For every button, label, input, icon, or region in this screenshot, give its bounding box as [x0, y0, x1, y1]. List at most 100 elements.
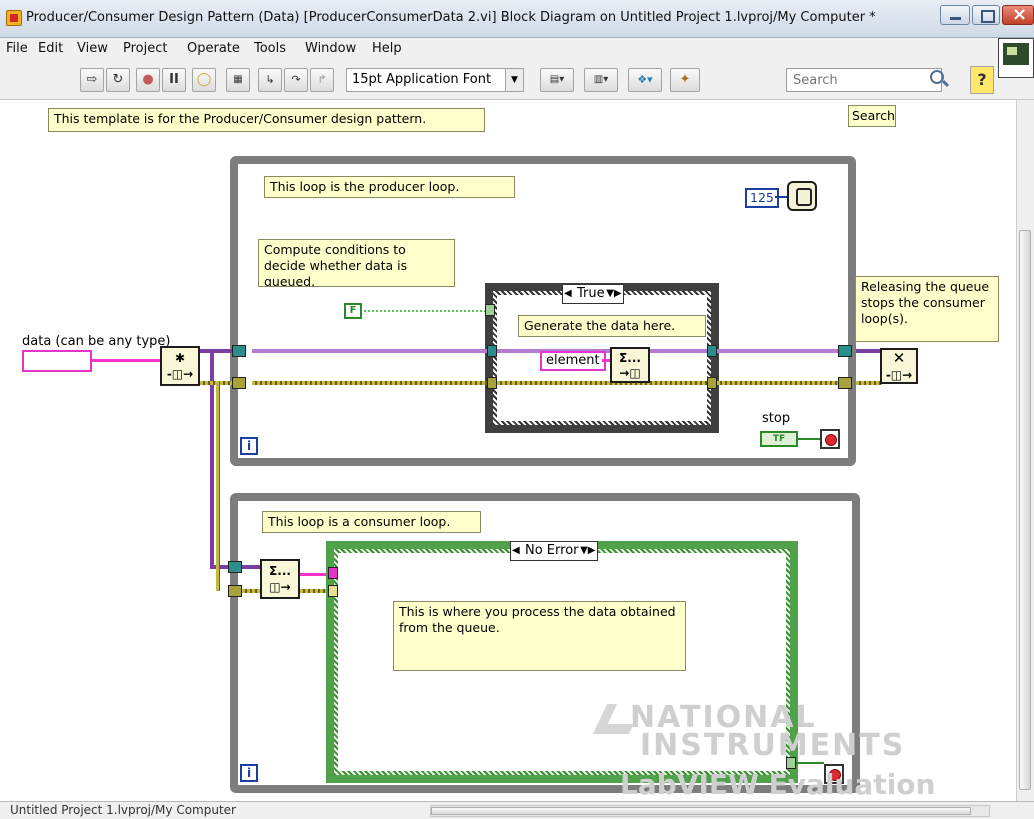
- pause-icon[interactable]: II: [162, 68, 186, 92]
- producer-case-selector[interactable]: ◀ True ▼▶: [562, 284, 624, 304]
- step-into-icon[interactable]: ↳: [258, 68, 282, 92]
- search-icon[interactable]: [930, 70, 944, 84]
- case-selector-terminal: [485, 304, 495, 316]
- dequeue-error-wire: [300, 589, 328, 593]
- data-control[interactable]: [22, 350, 92, 372]
- menu-help[interactable]: Help: [372, 41, 402, 56]
- vi-icon[interactable]: [998, 38, 1034, 78]
- wait-ms-wire: [775, 196, 787, 198]
- window-title: Producer/Consumer Design Pattern (Data) …: [26, 10, 876, 25]
- case-error-selector-terminal: [328, 585, 338, 597]
- producer-loop-comment[interactable]: This loop is the producer loop.: [264, 176, 515, 198]
- consumer-queue-wire: [242, 565, 260, 569]
- run-arrow-icon[interactable]: ⇨: [80, 68, 104, 92]
- producer-stop-terminal[interactable]: [820, 429, 840, 449]
- search-input[interactable]: [786, 68, 942, 92]
- menu-window[interactable]: Window: [305, 41, 356, 56]
- error-tunnel-out: [838, 377, 852, 389]
- reorder-icon[interactable]: ❖▾: [628, 68, 662, 92]
- font-selector[interactable]: 15pt Application Font ▼: [346, 68, 524, 92]
- queue-wire-release: [856, 349, 882, 353]
- distribute-objects-icon[interactable]: ▥▾: [584, 68, 618, 92]
- menu-tools[interactable]: Tools: [254, 41, 286, 56]
- project-path[interactable]: Untitled Project 1.lvproj/My Computer: [10, 803, 236, 817]
- menu-file[interactable]: File: [6, 41, 28, 56]
- cleanup-diagram-icon[interactable]: ✦: [670, 68, 700, 92]
- case-dropdown-icon[interactable]: ▼▶: [580, 543, 595, 559]
- decrement-case-icon[interactable]: ◀: [512, 543, 522, 559]
- enqueue-element-node[interactable]: Σ... →◫: [610, 347, 650, 383]
- case-queue-tunnel-out: [707, 345, 717, 357]
- consumer-loop-comment[interactable]: This loop is a consumer loop.: [262, 511, 481, 533]
- case-dropdown-icon[interactable]: ▼▶: [606, 286, 621, 302]
- run-continuous-icon[interactable]: ↻: [106, 68, 130, 92]
- minimize-button[interactable]: [940, 5, 970, 25]
- release-queue-node[interactable]: ✕ -◫→: [880, 348, 918, 384]
- highlight-execution-icon[interactable]: ◯: [192, 68, 216, 92]
- case-element-tunnel: [328, 567, 338, 579]
- stop-wire: [798, 438, 820, 440]
- search-label[interactable]: Search: [848, 105, 896, 127]
- releasing-queue-comment[interactable]: Releasing the queue stops the consumer l…: [855, 276, 999, 342]
- abort-icon[interactable]: ●: [136, 68, 160, 92]
- producer-case-value: True: [577, 286, 605, 301]
- menu-edit[interactable]: Edit: [38, 41, 63, 56]
- toolbar: ⇨ ↻ ● II ◯ ▦ ↳ ↷ ↱ 15pt Application Font…: [0, 62, 1034, 100]
- stop-control[interactable]: TF: [760, 431, 798, 447]
- step-out-icon[interactable]: ↱: [310, 68, 334, 92]
- queue-tunnel-out: [838, 345, 852, 357]
- vertical-scrollbar[interactable]: [1016, 100, 1034, 801]
- retain-wire-values-icon[interactable]: ▦: [226, 68, 250, 92]
- wait-ms-icon[interactable]: [787, 181, 817, 211]
- step-over-icon[interactable]: ↷: [284, 68, 308, 92]
- vertical-scrollbar-thumb[interactable]: [1019, 230, 1031, 790]
- consumer-stop-terminal[interactable]: [824, 764, 844, 784]
- case-error-tunnel-in: [487, 377, 497, 389]
- case-queue-tunnel-in: [487, 345, 497, 357]
- consumer-case-value: No Error: [525, 543, 579, 558]
- chevron-down-icon: ▼: [505, 69, 523, 91]
- queue-tunnel-in: [232, 345, 246, 357]
- consumer-queue-tunnel: [228, 561, 242, 573]
- boolean-wire: [364, 310, 486, 312]
- labview-app-icon: [6, 10, 22, 26]
- stop-label: stop: [762, 411, 791, 426]
- align-objects-icon[interactable]: ▤▾: [540, 68, 574, 92]
- consumer-stop-wire: [796, 762, 824, 764]
- menu-view[interactable]: View: [77, 41, 108, 56]
- data-control-label: data (can be any type): [22, 334, 171, 349]
- generate-data-comment[interactable]: Generate the data here.: [518, 315, 706, 337]
- wait-ms-constant[interactable]: 125: [745, 188, 779, 208]
- error-wire-producer: [252, 381, 846, 385]
- consumer-error-tunnel: [228, 585, 242, 597]
- consumer-case-selector[interactable]: ◀ No Error ▼▶: [510, 541, 598, 561]
- case-error-tunnel-out: [707, 377, 717, 389]
- process-data-comment[interactable]: This is where you process the data obtai…: [393, 601, 686, 671]
- title-bar: Producer/Consumer Design Pattern (Data) …: [0, 0, 1034, 38]
- status-bar: Untitled Project 1.lvproj/My Computer: [0, 801, 1034, 819]
- producer-iteration-terminal: i: [240, 437, 258, 455]
- consumer-iteration-terminal: i: [240, 764, 258, 782]
- dequeued-element-wire: [300, 573, 328, 576]
- data-type-wire: [92, 359, 162, 362]
- menu-bar: File Edit View Project Operate Tools Win…: [0, 38, 1034, 62]
- template-comment[interactable]: This template is for the Producer/Consum…: [48, 108, 485, 132]
- error-wire-branch: [216, 381, 220, 591]
- false-constant[interactable]: F: [344, 303, 362, 319]
- close-button[interactable]: [1002, 4, 1034, 25]
- compute-conditions-comment[interactable]: Compute conditions to decide whether dat…: [258, 239, 455, 287]
- menu-project[interactable]: Project: [123, 41, 167, 56]
- dequeue-element-node[interactable]: Σ... ◫→: [260, 559, 300, 599]
- context-help-button[interactable]: ?: [970, 66, 994, 94]
- horizontal-scrollbar-thumb[interactable]: [431, 807, 971, 815]
- obtain-queue-node[interactable]: ✱ -◫→: [160, 346, 200, 386]
- decrement-case-icon[interactable]: ◀: [564, 286, 574, 302]
- element-constant[interactable]: element: [540, 351, 606, 371]
- error-wire-release: [856, 381, 882, 385]
- block-diagram[interactable]: This template is for the Producer/Consum…: [0, 100, 1034, 801]
- horizontal-scrollbar[interactable]: [430, 805, 990, 817]
- font-selector-value: 15pt Application Font: [352, 72, 492, 87]
- maximize-button[interactable]: [972, 5, 1000, 25]
- consumer-case-output-tunnel: [786, 757, 796, 769]
- menu-operate[interactable]: Operate: [187, 41, 240, 56]
